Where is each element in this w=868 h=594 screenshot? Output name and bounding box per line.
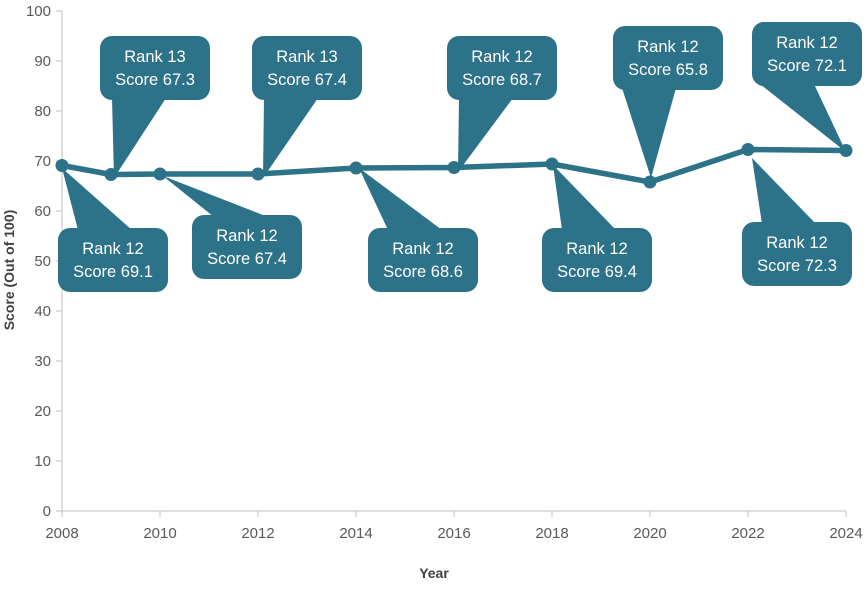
callout-rank-label: Rank 12: [82, 240, 143, 258]
chart-canvas: 0 10 20 30 40 50 60 70 80 90 100 2008 2010 2012 2014 2…: [0, 0, 868, 594]
data-point-marker: [545, 157, 559, 171]
y-axis-tick-label: 10: [34, 453, 51, 470]
x-axis-tick-label: 2016: [437, 525, 470, 542]
callout-score-label: Score 72.3: [757, 257, 837, 275]
callout-score-label: Score 67.4: [207, 250, 287, 268]
callout-score-label: Score 69.4: [557, 263, 637, 281]
callout-score-label: Score 65.8: [628, 61, 708, 79]
y-axis-title: Score (Out of 100): [1, 210, 17, 331]
x-axis-title: Year: [419, 565, 449, 581]
y-axis-tick-label: 50: [34, 253, 51, 270]
callout-box: [368, 228, 478, 292]
data-point-marker: [349, 161, 363, 175]
x-axis-tick-label: 2010: [143, 525, 176, 542]
callout-box: [100, 36, 210, 100]
callout-rank-label: Rank 12: [392, 240, 453, 258]
callout-rank-label: Rank 12: [471, 48, 532, 66]
x-axis-tick-label: 2014: [339, 525, 372, 542]
callout-score-label: Score 68.7: [462, 71, 542, 89]
y-axis-tick-label: 80: [34, 103, 51, 120]
callout-score-label: Score 67.4: [267, 71, 347, 89]
y-axis-tick-label: 30: [34, 353, 51, 370]
callout-box: [742, 222, 852, 286]
y-axis-tick-label: 0: [43, 503, 51, 520]
callout-box: [542, 228, 652, 292]
data-point-marker: [741, 143, 755, 156]
x-axis-tick-label: 2022: [731, 525, 764, 542]
callout-box: [447, 36, 557, 100]
callout-rank-label: Rank 12: [566, 240, 627, 258]
callout-score-label: Score 72.1: [767, 57, 847, 75]
y-axis-tick-label: 90: [34, 53, 51, 70]
y-axis-tick-label: 60: [34, 203, 51, 220]
y-axis-tick-label: 100: [26, 3, 51, 20]
x-axis-tick-label: 2012: [241, 525, 274, 542]
callout-score-label: Score 67.3: [115, 71, 195, 89]
callout-box: [752, 22, 862, 86]
data-point-marker: [153, 167, 167, 181]
callout-box: [192, 215, 302, 279]
callout-rank-label: Rank 12: [766, 234, 827, 252]
callout-rank-label: Rank 12: [776, 34, 837, 52]
data-point-marker: [251, 167, 265, 181]
callout-rank-label: Rank 12: [637, 38, 698, 56]
callout-rank-label: Rank 12: [216, 227, 277, 245]
callout-box: [613, 26, 723, 90]
callout-rank-label: Rank 13: [124, 48, 185, 66]
callout-rank-label: Rank 13: [276, 48, 337, 66]
line-chart: 0 10 20 30 40 50 60 70 80 90 100 2008 2010 2012 2014 2…: [0, 0, 868, 594]
x-axis-tick-label: 2018: [535, 525, 568, 542]
callout-box: [252, 36, 362, 100]
y-axis-tick-label: 20: [34, 403, 51, 420]
y-axis-tick-label: 40: [34, 303, 51, 320]
data-point-marker: [55, 159, 69, 172]
x-axis-tick-label: 2008: [45, 525, 78, 542]
callout-box: [58, 228, 168, 292]
callout-score-label: Score 68.6: [383, 263, 463, 281]
callout-score-label: Score 69.1: [73, 263, 153, 281]
x-axis-tick-label: 2020: [633, 525, 666, 542]
y-axis-tick-label: 70: [34, 153, 51, 170]
data-point-marker: [643, 175, 657, 189]
x-axis-tick-label: 2024: [829, 525, 862, 542]
